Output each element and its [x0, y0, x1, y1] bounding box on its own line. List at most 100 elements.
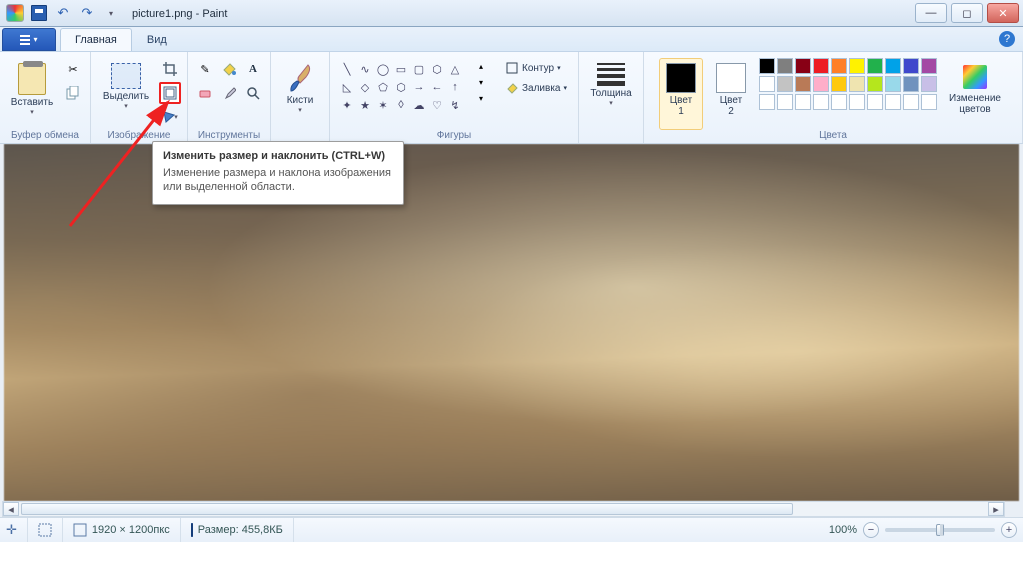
- redo-icon: ↷: [82, 5, 93, 21]
- palette-color[interactable]: [867, 76, 883, 92]
- tab-view[interactable]: Вид: [132, 28, 182, 51]
- palette-color[interactable]: [921, 58, 937, 74]
- tab-home[interactable]: Главная: [60, 28, 132, 51]
- shapes-expand[interactable]: ▾: [470, 90, 492, 106]
- palette-color[interactable]: [921, 76, 937, 92]
- palette-color[interactable]: [831, 58, 847, 74]
- shapes-scroll-up[interactable]: ▴: [470, 58, 492, 74]
- fill-tool[interactable]: [218, 58, 240, 80]
- plus-icon: +: [1006, 524, 1012, 536]
- chevron-down-icon: ▾: [298, 106, 302, 114]
- palette-color[interactable]: [795, 76, 811, 92]
- file-menu-icon: [20, 39, 30, 41]
- palette-color[interactable]: [831, 94, 847, 110]
- resize-icon: [163, 86, 177, 100]
- zoom-in-button[interactable]: +: [1001, 522, 1017, 538]
- palette-color[interactable]: [885, 76, 901, 92]
- group-shapes-label: Фигуры: [437, 130, 471, 143]
- shapes-scroll-down[interactable]: ▾: [470, 74, 492, 90]
- palette-color[interactable]: [849, 76, 865, 92]
- shape-outline-button[interactable]: Контур ▾: [500, 58, 572, 78]
- palette-color[interactable]: [849, 94, 865, 110]
- brushes-button[interactable]: Кисти ▾: [277, 58, 323, 130]
- rotate-button[interactable]: ▾: [159, 106, 181, 128]
- text-icon: A: [249, 63, 257, 75]
- palette-color[interactable]: [903, 94, 919, 110]
- palette-color[interactable]: [813, 76, 829, 92]
- color1-button[interactable]: Цвет 1: [659, 58, 703, 130]
- palette-color[interactable]: [813, 94, 829, 110]
- palette-color[interactable]: [777, 94, 793, 110]
- paste-button[interactable]: Вставить ▾: [6, 58, 58, 130]
- eyedropper-icon: [222, 86, 236, 100]
- eraser-tool[interactable]: [194, 82, 216, 104]
- palette-color[interactable]: [885, 94, 901, 110]
- palette-color[interactable]: [759, 76, 775, 92]
- shape-callout-icon: ◊: [393, 97, 409, 113]
- group-colors-label: Цвета: [819, 130, 847, 143]
- undo-button[interactable]: ↶: [52, 2, 74, 24]
- shape-oval-icon: ◯: [375, 61, 391, 77]
- palette-color[interactable]: [831, 76, 847, 92]
- save-icon: [31, 5, 47, 21]
- help-button[interactable]: ?: [999, 31, 1015, 47]
- size-label: Толщина: [590, 88, 631, 99]
- shape-fill-button[interactable]: Заливка ▾: [500, 78, 572, 98]
- pencil-tool[interactable]: ✎: [194, 58, 216, 80]
- palette-color[interactable]: [813, 58, 829, 74]
- color2-label: Цвет 2: [720, 95, 742, 117]
- palette-color[interactable]: [759, 94, 775, 110]
- palette-color[interactable]: [777, 76, 793, 92]
- scroll-left-button[interactable]: ◂: [3, 502, 19, 516]
- edit-colors-button[interactable]: Изменение цветов: [943, 58, 1007, 130]
- palette-color[interactable]: [777, 58, 793, 74]
- shape-rect-icon: ▭: [393, 61, 409, 77]
- shape-roundrect-icon: ▢: [411, 61, 427, 77]
- zoom-slider-thumb[interactable]: [936, 524, 944, 536]
- palette-color[interactable]: [885, 58, 901, 74]
- app-icon[interactable]: [4, 2, 26, 24]
- color2-button[interactable]: Цвет 2: [709, 58, 753, 130]
- chevron-down-icon: ▾: [30, 108, 34, 116]
- palette-color[interactable]: [795, 94, 811, 110]
- select-button[interactable]: Выделить ▾: [97, 58, 155, 130]
- cut-button[interactable]: ✂: [62, 58, 84, 80]
- shape-triangle-icon: △: [447, 61, 463, 77]
- palette-color[interactable]: [867, 94, 883, 110]
- palette-color[interactable]: [759, 58, 775, 74]
- crop-icon: [163, 62, 177, 76]
- shape-fill-label: Заливка: [522, 83, 561, 94]
- scrollbar-thumb[interactable]: [21, 503, 793, 515]
- save-button[interactable]: [28, 2, 50, 24]
- palette-color[interactable]: [849, 58, 865, 74]
- redo-button[interactable]: ↷: [76, 2, 98, 24]
- maximize-button[interactable]: ◻: [951, 3, 983, 23]
- zoom-tool[interactable]: [242, 82, 264, 104]
- shapes-gallery[interactable]: ╲ ∿ ◯ ▭ ▢ ⬡ △ ◺ ◇ ⬠ ⬡ → ← ↑ ✦ ★ ✶: [336, 58, 466, 116]
- chevron-down-icon: ▾: [557, 64, 561, 72]
- horizontal-scrollbar[interactable]: ◂ ▸: [2, 501, 1005, 517]
- palette-color[interactable]: [921, 94, 937, 110]
- zoom-slider[interactable]: [885, 528, 995, 532]
- scroll-right-button[interactable]: ▸: [988, 502, 1004, 516]
- close-icon: ✕: [998, 7, 1007, 20]
- palette-color[interactable]: [903, 76, 919, 92]
- tooltip-resize: Изменить размер и наклонить (CTRL+W) Изм…: [152, 141, 404, 205]
- size-button[interactable]: Толщина ▾: [585, 58, 637, 130]
- picker-tool[interactable]: [218, 82, 240, 104]
- palette-color[interactable]: [903, 58, 919, 74]
- status-cursor-pos: ✛: [6, 518, 28, 542]
- crop-button[interactable]: [159, 58, 181, 80]
- resize-button[interactable]: [159, 82, 181, 104]
- zoom-out-button[interactable]: −: [863, 522, 879, 538]
- copy-button[interactable]: [62, 82, 84, 104]
- group-clipboard-label: Буфер обмена: [11, 130, 79, 143]
- close-button[interactable]: ✕: [987, 3, 1019, 23]
- group-shapes: ╲ ∿ ◯ ▭ ▢ ⬡ △ ◺ ◇ ⬠ ⬡ → ← ↑ ✦ ★ ✶: [330, 52, 579, 143]
- qat-customize[interactable]: ▾: [100, 2, 122, 24]
- palette-color[interactable]: [795, 58, 811, 74]
- file-menu-button[interactable]: ▾: [2, 28, 56, 51]
- minimize-button[interactable]: —: [915, 3, 947, 23]
- palette-color[interactable]: [867, 58, 883, 74]
- text-tool[interactable]: A: [242, 58, 264, 80]
